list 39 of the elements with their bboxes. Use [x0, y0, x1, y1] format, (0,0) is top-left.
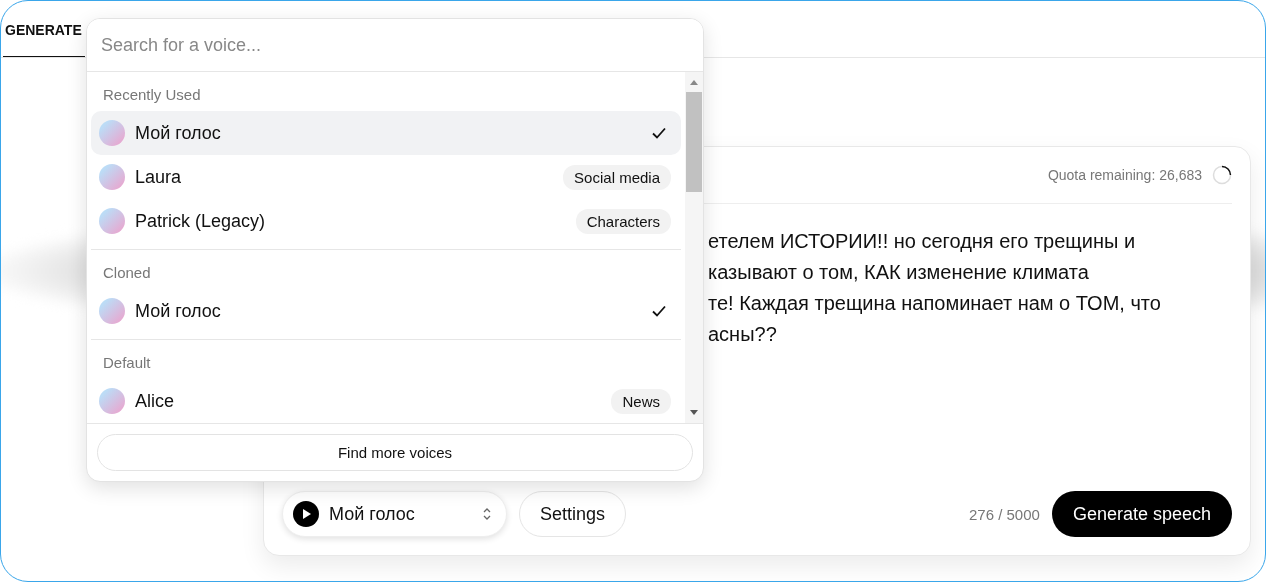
- find-more-voices-button[interactable]: Find more voices: [97, 434, 693, 471]
- voice-item[interactable]: Patrick (Legacy) Characters: [91, 199, 681, 243]
- voice-name: Patrick (Legacy): [135, 210, 267, 232]
- search-field[interactable]: Search for a voice...: [87, 19, 703, 72]
- scrollbar[interactable]: [685, 72, 703, 423]
- spinner-icon: [1212, 165, 1232, 185]
- group-heading: Recently Used: [102, 85, 202, 105]
- category-tag: Social media: [563, 164, 671, 190]
- voice-item[interactable]: Мой голос: [91, 289, 681, 333]
- script-text-line: етелем ИСТОРИИ!! но сегодня его трещины и: [708, 229, 1137, 254]
- generate-speech-button[interactable]: Generate speech: [1051, 491, 1232, 537]
- play-icon: [293, 501, 319, 527]
- script-text-line: те! Каждая трещина напоминает нам о ТОМ, что: [708, 291, 1162, 316]
- group-heading: Cloned: [102, 263, 152, 283]
- scroll-down-icon: [689, 409, 699, 417]
- avatar-icon: [99, 120, 125, 146]
- voice-item[interactable]: Alice News: [91, 379, 681, 423]
- category-tag: Characters: [575, 208, 671, 234]
- script-text-line: казывают о том, КАК изменение климата: [708, 260, 1090, 285]
- group-heading: Default: [102, 353, 152, 373]
- avatar-icon: [99, 164, 125, 190]
- quota-text: Quota remaining: 26,683: [1047, 167, 1202, 183]
- chevron-updown-icon: [482, 507, 492, 521]
- voice-item[interactable]: Мой голос: [91, 111, 681, 155]
- settings-button[interactable]: Settings: [519, 491, 627, 537]
- category-tag: News: [611, 388, 671, 414]
- scroll-up-icon: [689, 78, 699, 86]
- avatar-icon: [99, 208, 125, 234]
- voice-item[interactable]: Laura Social media: [91, 155, 681, 199]
- voice-name: Alice: [135, 390, 175, 412]
- voice-select[interactable]: Мой голос: [282, 491, 507, 537]
- character-count: 276 / 5000: [969, 505, 1040, 523]
- voice-name: Мой голос: [135, 122, 222, 144]
- generate-tab[interactable]: GENERATE: [3, 22, 85, 57]
- voice-name: Laura: [135, 166, 183, 188]
- voice-name: Мой голос: [135, 300, 222, 322]
- avatar-icon: [99, 388, 125, 414]
- avatar-icon: [99, 298, 125, 324]
- script-text-line: асны??: [708, 322, 778, 347]
